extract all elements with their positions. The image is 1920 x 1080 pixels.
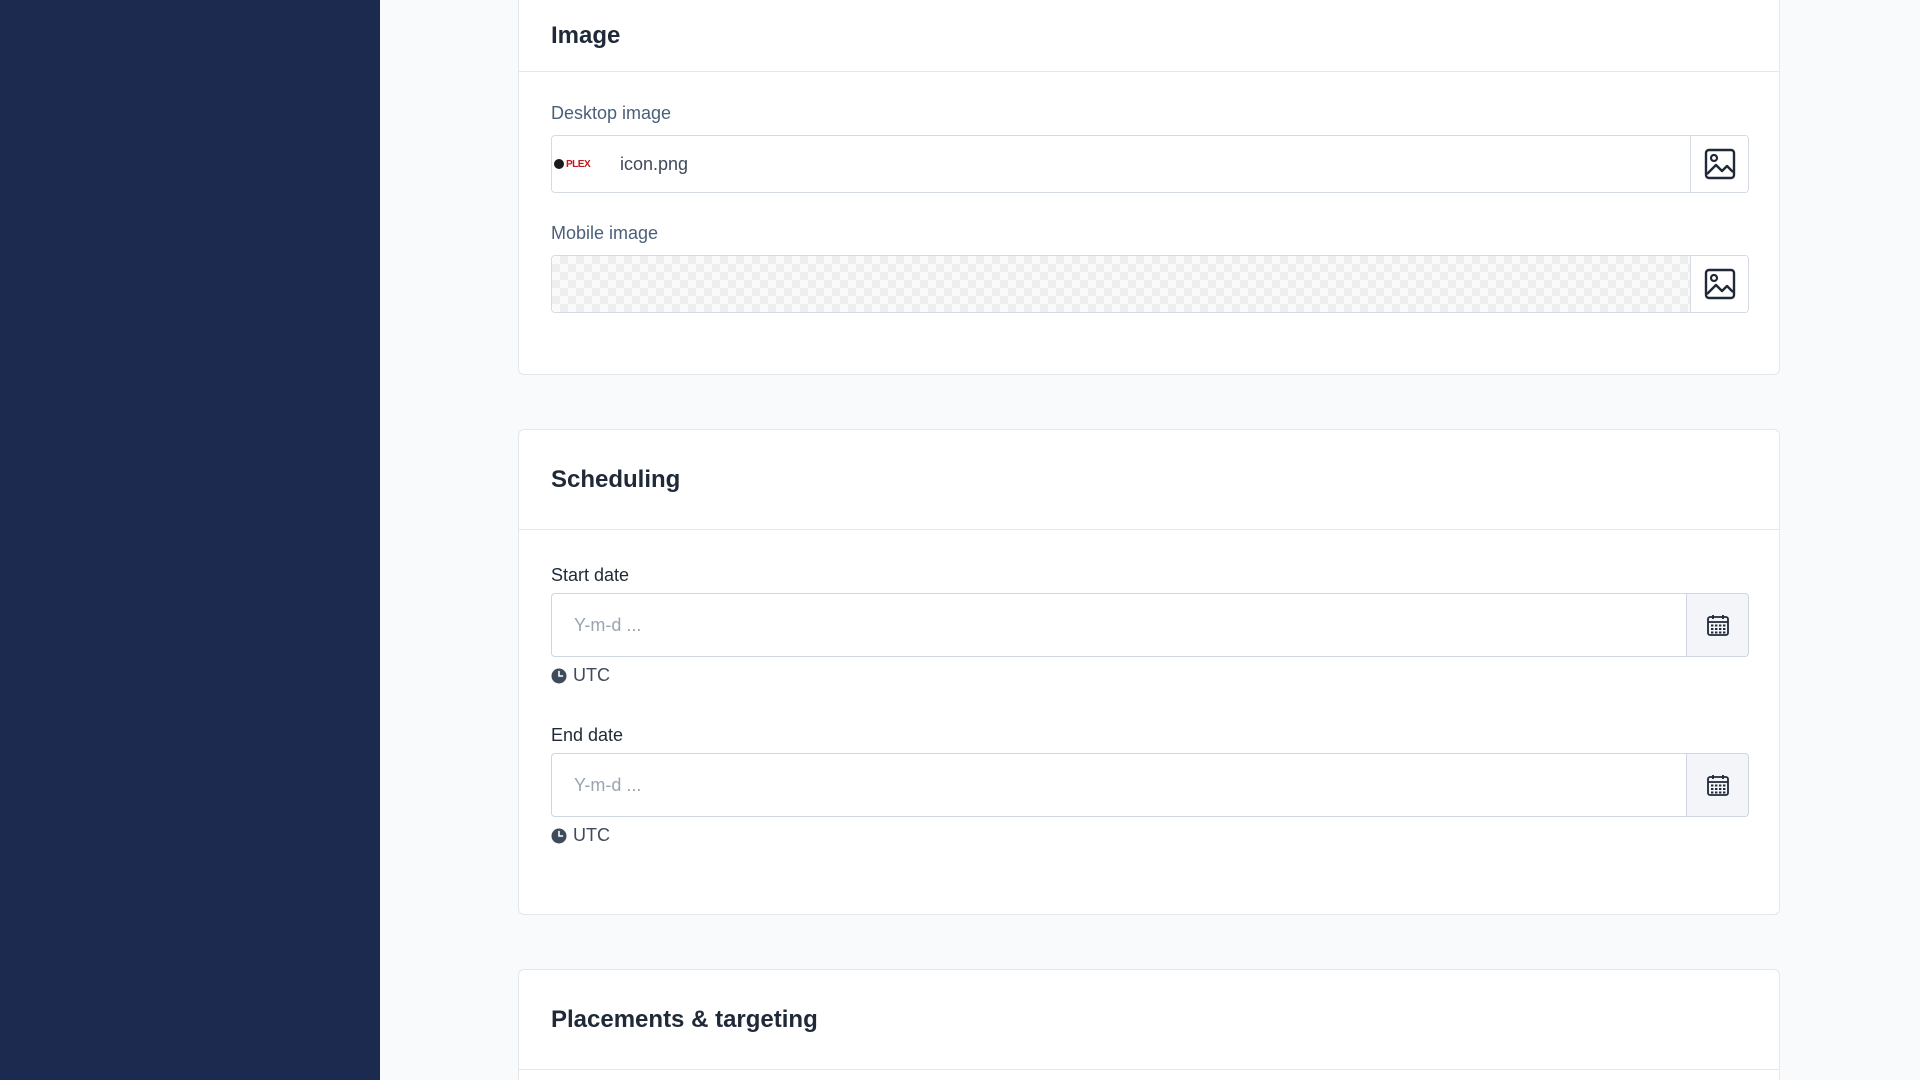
placements-section-title: Placements & targeting (551, 1005, 818, 1033)
start-date-timezone-label: UTC (573, 665, 610, 685)
end-date-label: End date (551, 725, 624, 745)
desktop-image-field[interactable]: PLEX icon.png (551, 135, 1749, 193)
placements-card: Placements & targeting (518, 969, 1780, 1080)
end-date-field (551, 753, 1749, 817)
start-date-input[interactable] (552, 594, 1686, 656)
start-date-calendar-button[interactable] (1686, 594, 1748, 656)
clock-icon (551, 668, 567, 683)
end-date-timezone-label: UTC (573, 825, 610, 845)
mobile-image-field[interactable] (551, 255, 1749, 313)
desktop-image-thumbnail: PLEX (554, 154, 606, 174)
start-date-label: Start date (551, 565, 630, 585)
desktop-image-filename: icon.png (620, 153, 689, 174)
scheduling-card-header: Scheduling (519, 430, 1779, 530)
mobile-image-picker-button[interactable] (1690, 256, 1748, 312)
end-date-input[interactable] (552, 754, 1686, 816)
desktop-image-picker-button[interactable] (1690, 136, 1748, 192)
image-icon (1704, 148, 1735, 180)
calendar-icon (1706, 775, 1729, 796)
scheduling-card: Scheduling Start date UTC End date (518, 429, 1780, 915)
start-date-timezone: UTC (551, 665, 610, 686)
placements-card-header: Placements & targeting (519, 970, 1779, 1070)
image-icon (1704, 268, 1735, 300)
mobile-image-label: Mobile image (551, 223, 659, 243)
desktop-image-preview: PLEX icon.png (552, 136, 1690, 192)
end-date-timezone: UTC (551, 825, 610, 846)
end-date-calendar-button[interactable] (1686, 754, 1748, 816)
image-section-title: Image (551, 22, 621, 49)
start-date-field (551, 593, 1749, 657)
mobile-image-preview (552, 256, 1690, 312)
clock-icon (551, 828, 567, 843)
scheduling-section-title: Scheduling (551, 465, 681, 493)
image-card: Image Desktop image PLEX icon.png Mobile… (518, 0, 1780, 375)
sidebar (0, 0, 380, 1080)
desktop-image-label: Desktop image (551, 103, 672, 123)
calendar-icon (1706, 615, 1729, 636)
image-card-header: Image (519, 0, 1779, 72)
